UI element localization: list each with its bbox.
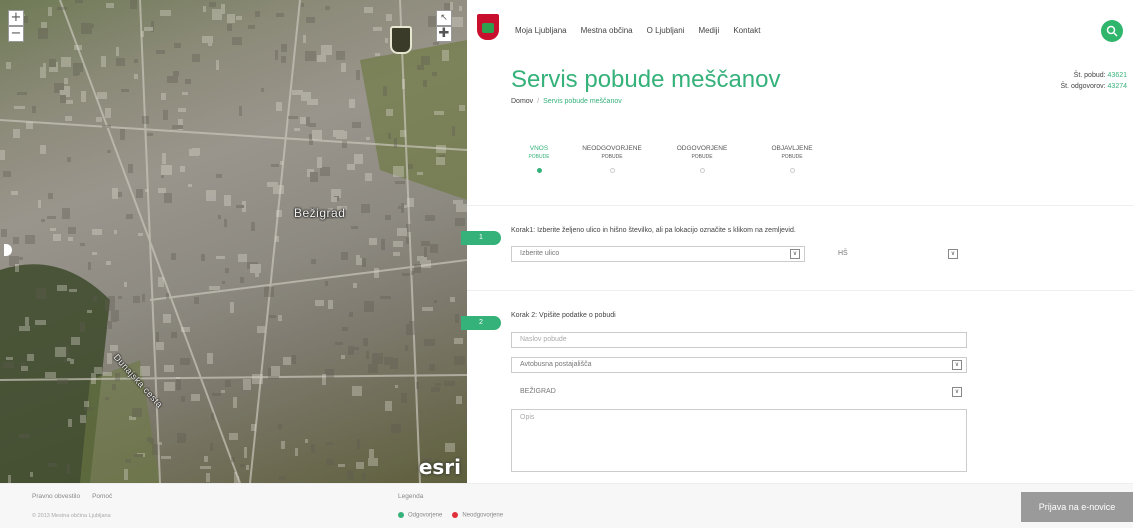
pan-tool-icon[interactable]: ✚ bbox=[436, 26, 452, 42]
nav-item-mestna-obcina[interactable]: Mestna občina bbox=[581, 26, 633, 35]
district-select[interactable]: BEŽIGRAD ∨ bbox=[511, 384, 967, 400]
green-dot-icon bbox=[398, 512, 404, 518]
tab-sublabel: POBUDE bbox=[601, 154, 623, 160]
chevron-down-icon: ∨ bbox=[790, 249, 800, 259]
street-select[interactable]: Izberite ulico ∨ bbox=[511, 246, 805, 262]
map-imagery bbox=[0, 0, 467, 483]
chevron-down-icon: ∨ bbox=[948, 249, 958, 259]
breadcrumb-current: Servis pobude meščanov bbox=[543, 98, 622, 105]
count-pobud-value: 43621 bbox=[1107, 72, 1127, 79]
street-select-value: Izberite ulico bbox=[520, 250, 560, 257]
step-2-label: Korak 2: Vpišite podatke o pobudi bbox=[511, 312, 616, 319]
step-1-label: Korak1: Izberite željeno ulico in hišno … bbox=[511, 227, 796, 234]
tab-label: OBJAVLJENE bbox=[771, 145, 813, 152]
count-pobud-label: Št. pobud: bbox=[1073, 72, 1106, 79]
red-dot-icon bbox=[452, 512, 459, 518]
tab-label: ODGOVORJENE bbox=[676, 145, 728, 152]
divider bbox=[467, 205, 1133, 206]
esri-attribution: esri bbox=[418, 455, 461, 479]
footer-links: Pravno obvestilo Pomoč bbox=[32, 493, 112, 500]
nav-item-kontakt[interactable]: Kontakt bbox=[733, 26, 760, 35]
description-textarea[interactable]: Opis bbox=[511, 409, 967, 472]
breadcrumb-home[interactable]: Domov bbox=[511, 98, 533, 105]
help-link[interactable]: Pomoč bbox=[92, 493, 112, 500]
district-select-value: BEŽIGRAD bbox=[520, 388, 556, 395]
breadcrumb: Domov / Servis pobude meščanov bbox=[511, 98, 622, 105]
nav-item-o-ljubljani[interactable]: O Ljubljani bbox=[647, 26, 685, 35]
nav-item-mediji[interactable]: Mediji bbox=[698, 26, 719, 35]
legend-item-unanswered: Neodgovorjene bbox=[452, 512, 503, 519]
tab-label: VNOS bbox=[529, 145, 549, 152]
tab-indicator bbox=[609, 168, 615, 173]
tab-odgovorjene-pobude[interactable]: ODGOVORJENE POBUDE bbox=[657, 144, 747, 173]
map-place-label: Bežigrad bbox=[294, 206, 346, 220]
nav-item-moja-ljubljana[interactable]: Moja Ljubljana bbox=[515, 26, 567, 35]
legal-notice-link[interactable]: Pravno obvestilo bbox=[32, 493, 80, 500]
pointer-tool-icon[interactable]: ↖ bbox=[436, 10, 452, 26]
ljubljana-logo-icon[interactable] bbox=[477, 14, 499, 40]
main-nav: Moja Ljubljana Mestna občina O Ljubljani… bbox=[515, 26, 760, 35]
tab-indicator bbox=[699, 168, 705, 173]
tab-neodgovorjene-pobude[interactable]: NEODGOVORJENE POBUDE bbox=[567, 144, 657, 173]
footer: Pravno obvestilo Pomoč © 2013 Mestna obč… bbox=[0, 483, 1133, 528]
legend-label: Neodgovorjene bbox=[462, 512, 504, 519]
zoom-in-button[interactable]: + bbox=[8, 10, 24, 26]
search-button[interactable] bbox=[1101, 20, 1123, 42]
legend: Odgovorjene Neodgovorjene bbox=[398, 512, 503, 519]
location-marker-icon bbox=[390, 26, 412, 54]
step-1-badge: 1 bbox=[461, 231, 501, 245]
count-odgovorov-value: 43274 bbox=[1107, 83, 1127, 90]
category-select[interactable]: Avtobusna postajališča ∨ bbox=[511, 357, 967, 373]
tab-label: NEODGOVORJENE bbox=[582, 145, 642, 152]
chevron-down-icon: ∨ bbox=[952, 360, 962, 370]
tabs: VNOS POBUDE NEODGOVORJENE POBUDE ODGOVOR… bbox=[511, 144, 837, 173]
legend-title: Legenda bbox=[398, 493, 424, 500]
stats: Št. pobud: 43621 Št. odgovorov: 43274 bbox=[1060, 70, 1127, 92]
divider bbox=[467, 290, 1133, 291]
category-select-value: Avtobusna postajališča bbox=[520, 361, 592, 368]
tab-vnos-pobude[interactable]: VNOS POBUDE bbox=[511, 144, 567, 173]
tab-indicator bbox=[789, 168, 795, 173]
page-title: Servis pobude meščanov bbox=[511, 66, 781, 93]
newsletter-button[interactable]: Prijava na e-novice bbox=[1021, 492, 1133, 522]
legend-label: Odgovorjene bbox=[408, 512, 443, 519]
tab-indicator bbox=[536, 168, 542, 173]
count-odgovorov-label: Št. odgovorov: bbox=[1060, 83, 1106, 90]
copyright: © 2013 Mestna občina Ljubljana bbox=[32, 513, 111, 519]
house-number-select[interactable]: HŠ ∨ bbox=[829, 246, 963, 262]
legend-item-answered: Odgovorjene bbox=[398, 512, 442, 519]
form-panel: Moja Ljubljana Mestna občina O Ljubljani… bbox=[461, 0, 1133, 483]
zoom-out-button[interactable]: − bbox=[8, 26, 24, 42]
tab-sublabel: POBUDE bbox=[781, 154, 803, 160]
tab-sublabel: POBUDE bbox=[691, 154, 713, 160]
satellite-map[interactable]: + − ↖ ✚ Bežigrad Dunajska cesta esri bbox=[0, 0, 467, 483]
tab-objavljene-pobude[interactable]: OBJAVLJENE POBUDE bbox=[747, 144, 837, 173]
title-input[interactable]: Naslov pobude bbox=[511, 332, 967, 348]
search-icon bbox=[1106, 25, 1118, 37]
chevron-down-icon: ∨ bbox=[952, 387, 962, 397]
step-2-badge: 2 bbox=[461, 316, 501, 330]
tab-sublabel: POBUDE bbox=[528, 154, 550, 160]
house-number-value: HŠ bbox=[838, 250, 848, 257]
